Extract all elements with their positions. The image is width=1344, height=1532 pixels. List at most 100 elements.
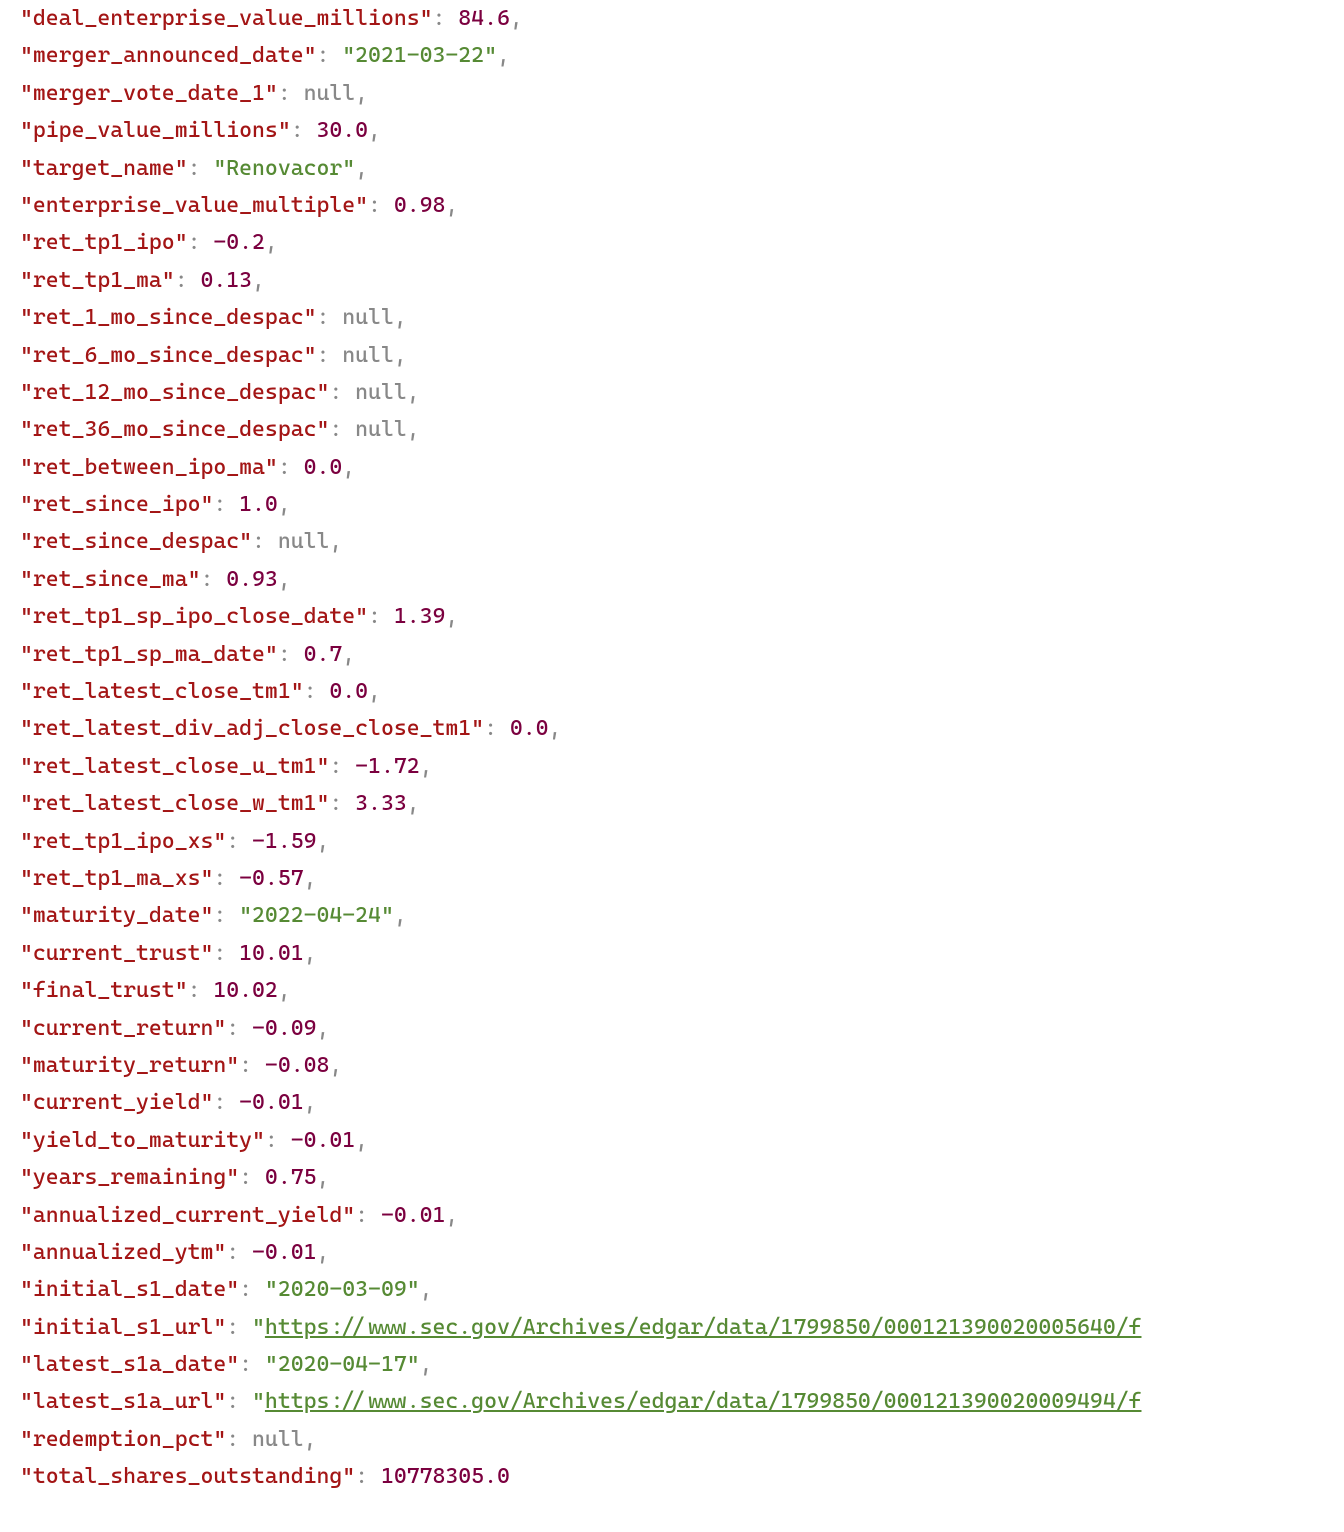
json-code-block: "deal_enterprise_value_millions": 84.6, "… [10, 0, 1334, 1496]
json-number-value: 10778305.0 [381, 1464, 510, 1489]
json-comma: , [497, 43, 510, 68]
json-comma: , [278, 567, 291, 592]
json-comma: , [342, 455, 355, 480]
json-comma: , [329, 1053, 342, 1078]
json-line: "ret_since_despac": null, [10, 523, 1334, 560]
json-line: "current_yield": -0.01, [10, 1084, 1334, 1121]
json-line: "merger_vote_date_1": null, [10, 75, 1334, 112]
json-comma: , [342, 642, 355, 667]
json-number-value: 0.13 [200, 268, 252, 293]
json-comma: , [316, 1016, 329, 1041]
json-comma: , [445, 1203, 458, 1228]
json-number-value: 10.01 [239, 941, 303, 966]
json-comma: , [304, 941, 317, 966]
json-key: "ret_since_despac" [20, 529, 252, 554]
json-comma: , [304, 866, 317, 891]
json-colon: : [278, 81, 304, 106]
json-number-value: 0.75 [265, 1165, 317, 1190]
json-colon: : [329, 380, 355, 405]
json-comma: , [407, 791, 420, 816]
json-number-value: 10.02 [213, 978, 277, 1003]
json-key: "ret_12_mo_since_despac" [20, 380, 329, 405]
json-key: "ret_latest_close_w_tm1" [20, 791, 329, 816]
json-key: "initial_s1_url" [20, 1315, 226, 1340]
json-null-value: null [342, 305, 394, 330]
json-number-value: -0.2 [213, 230, 265, 255]
json-string-value: "2020-04-17" [265, 1352, 420, 1377]
json-number-value: -0.09 [252, 1016, 316, 1041]
json-key: "redemption_pct" [20, 1427, 226, 1452]
json-line: "current_trust": 10.01, [10, 935, 1334, 972]
json-key: "ret_tp1_sp_ma_date" [20, 642, 278, 667]
json-comma: , [420, 1352, 433, 1377]
json-line: "target_name": "Renovacor", [10, 150, 1334, 187]
json-comma: , [445, 193, 458, 218]
json-key: "latest_s1a_url" [20, 1389, 226, 1414]
json-colon: : [226, 1016, 252, 1041]
json-colon: : [213, 941, 239, 966]
json-line: "ret_tp1_sp_ipo_close_date": 1.39, [10, 598, 1334, 635]
json-line: "ret_since_ipo": 1.0, [10, 486, 1334, 523]
json-line: "ret_between_ipo_ma": 0.0, [10, 449, 1334, 486]
json-colon: : [226, 1240, 252, 1265]
json-line: "initial_s1_date": "2020-03-09", [10, 1271, 1334, 1308]
json-quote: " [252, 1389, 265, 1414]
json-colon: : [239, 1053, 265, 1078]
json-comma: , [304, 1427, 317, 1452]
json-key: "pipe_value_millions" [20, 118, 291, 143]
json-colon: : [316, 305, 342, 330]
json-number-value: 3.33 [355, 791, 407, 816]
json-line: "ret_6_mo_since_despac": null, [10, 337, 1334, 374]
json-key: "target_name" [20, 156, 188, 181]
json-line: "ret_latest_close_u_tm1": -1.72, [10, 748, 1334, 785]
json-colon: : [278, 455, 304, 480]
json-key: "final_trust" [20, 978, 188, 1003]
json-number-value: 0.7 [304, 642, 343, 667]
json-colon: : [226, 829, 252, 854]
json-key: "maturity_return" [20, 1053, 239, 1078]
json-key: "ret_latest_close_u_tm1" [20, 754, 329, 779]
json-colon: : [278, 642, 304, 667]
json-line: "latest_s1a_url": "https://www.sec.gov/A… [10, 1383, 1334, 1420]
json-key: "ret_6_mo_since_despac" [20, 343, 316, 368]
json-comma: , [316, 1165, 329, 1190]
json-number-value: 30.0 [316, 118, 368, 143]
json-link-value[interactable]: https://www.sec.gov/Archives/edgar/data/… [265, 1389, 1142, 1414]
json-colon: : [188, 230, 214, 255]
json-key: "merger_announced_date" [20, 43, 316, 68]
json-key: "enterprise_value_multiple" [20, 193, 368, 218]
json-colon: : [316, 343, 342, 368]
json-null-value: null [355, 380, 407, 405]
json-colon: : [433, 6, 459, 31]
json-number-value: -0.01 [239, 1090, 303, 1115]
json-line: "ret_tp1_ma": 0.13, [10, 262, 1334, 299]
json-line: "ret_1_mo_since_despac": null, [10, 299, 1334, 336]
json-comma: , [394, 343, 407, 368]
json-number-value: 0.0 [510, 716, 549, 741]
json-line: "deal_enterprise_value_millions": 84.6, [10, 0, 1334, 37]
json-line: "enterprise_value_multiple": 0.98, [10, 187, 1334, 224]
json-line: "pipe_value_millions": 30.0, [10, 112, 1334, 149]
json-colon: : [265, 1128, 291, 1153]
json-quote: " [252, 1315, 265, 1340]
json-number-value: 0.98 [394, 193, 446, 218]
json-key: "ret_tp1_ma" [20, 268, 175, 293]
json-comma: , [368, 679, 381, 704]
json-key: "ret_tp1_sp_ipo_close_date" [20, 604, 368, 629]
json-comma: , [278, 978, 291, 1003]
json-key: "total_shares_outstanding" [20, 1464, 355, 1489]
json-colon: : [329, 417, 355, 442]
json-key: "annualized_ytm" [20, 1240, 226, 1265]
json-line: "latest_s1a_date": "2020-04-17", [10, 1346, 1334, 1383]
json-colon: : [188, 978, 214, 1003]
json-string-value: "Renovacor" [213, 156, 355, 181]
json-comma: , [265, 230, 278, 255]
json-colon: : [226, 1389, 252, 1414]
json-line: "annualized_ytm": -0.01, [10, 1234, 1334, 1271]
json-line: "ret_tp1_ipo": -0.2, [10, 224, 1334, 261]
json-comma: , [394, 903, 407, 928]
json-comma: , [304, 1090, 317, 1115]
json-link-value[interactable]: https://www.sec.gov/Archives/edgar/data/… [265, 1315, 1142, 1340]
json-comma: , [329, 529, 342, 554]
json-line: "ret_36_mo_since_despac": null, [10, 411, 1334, 448]
